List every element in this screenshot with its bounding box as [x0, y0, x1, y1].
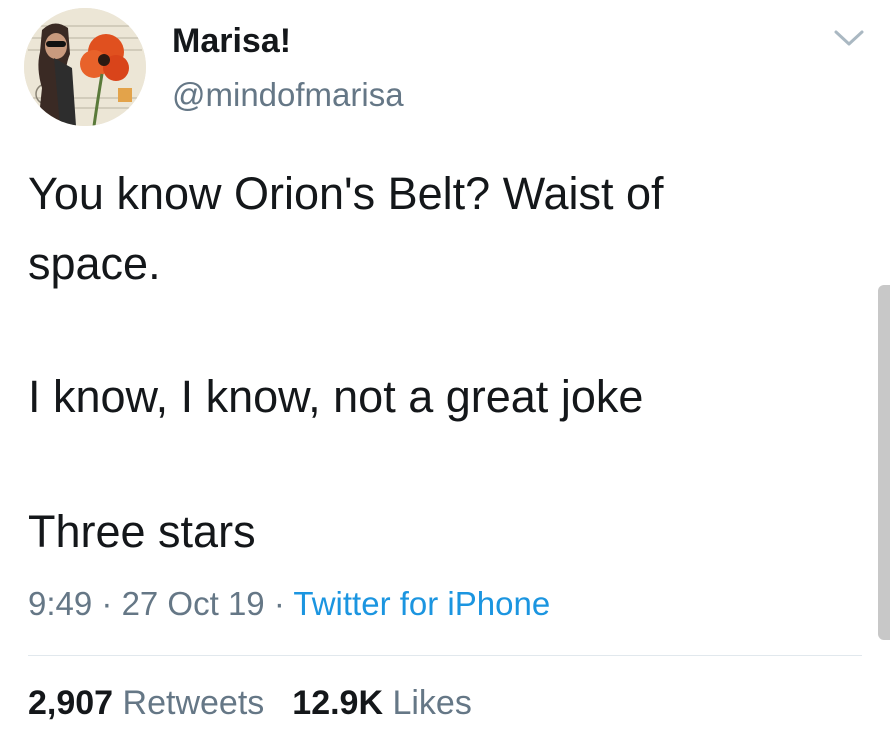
meta-separator: ·: [92, 585, 122, 622]
display-name[interactable]: Marisa!: [172, 22, 291, 61]
user-handle[interactable]: @mindofmarisa: [172, 76, 404, 114]
meta-separator: ·: [264, 585, 294, 622]
tweet-time[interactable]: 9:49: [28, 585, 92, 622]
likes-stat[interactable]: 12.9K Likes: [292, 684, 472, 722]
tweet-text-line: I know, I know, not a great joke: [28, 371, 644, 422]
avatar[interactable]: [24, 8, 146, 126]
tweet-text-line: You know Orion's Belt? Waist of: [28, 168, 664, 219]
tweet-card: Marisa! @mindofmarisa You know Orion's B…: [0, 0, 890, 750]
likes-label: Likes: [392, 684, 472, 722]
tweet-text-line: space.: [28, 238, 161, 289]
chevron-down-icon[interactable]: [832, 26, 866, 50]
tweet-source-link[interactable]: Twitter for iPhone: [293, 585, 550, 622]
tweet-date[interactable]: 27 Oct 19: [122, 585, 265, 622]
retweets-stat[interactable]: 2,907 Retweets: [28, 684, 264, 722]
tweet-stats: 2,907 Retweets 12.9K Likes: [28, 684, 472, 723]
retweets-label: Retweets: [122, 684, 265, 722]
divider: [28, 655, 862, 656]
retweets-count: 2,907: [28, 684, 114, 722]
likes-count: 12.9K: [292, 684, 384, 722]
tweet-text-line: Three stars: [28, 506, 256, 557]
tweet-metadata: 9:49 · 27 Oct 19 · Twitter for iPhone: [28, 585, 550, 623]
scrollbar[interactable]: [878, 285, 890, 640]
